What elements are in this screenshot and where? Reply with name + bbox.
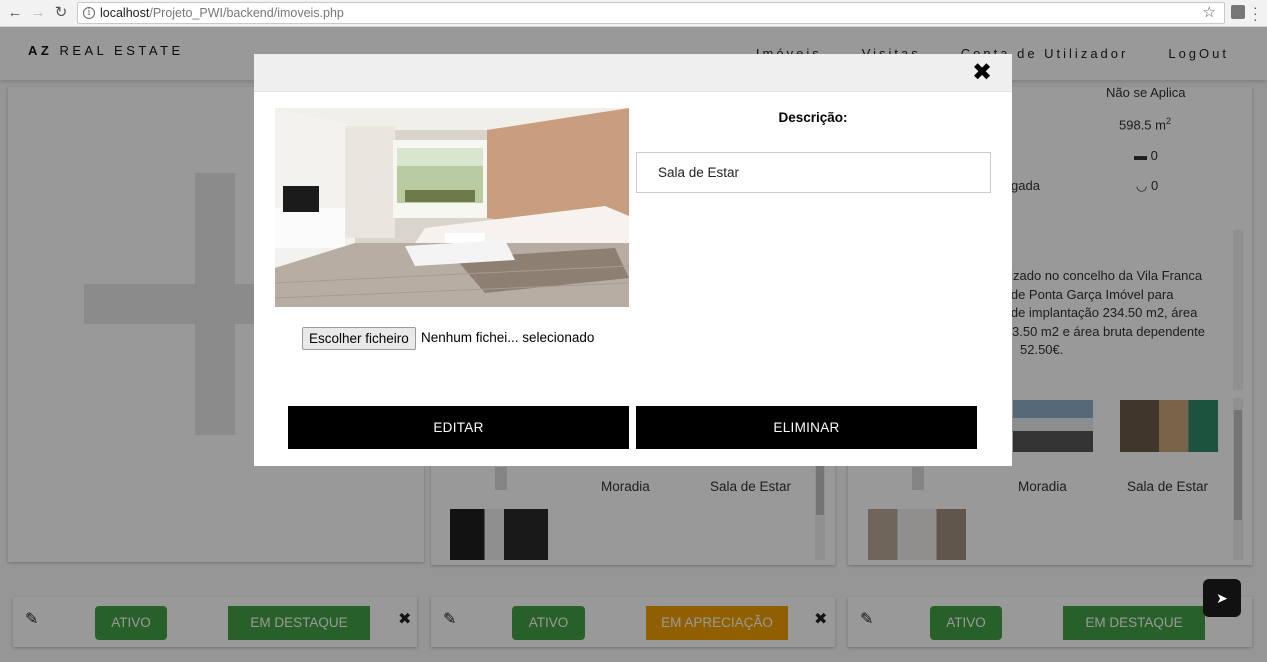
browser-toolbar: ← → ↻ i localhost/Projeto_PWI/backend/im… xyxy=(0,0,1267,27)
description-input[interactable] xyxy=(636,152,991,193)
extension-icon[interactable] xyxy=(1231,5,1245,19)
scroll-to-top-button[interactable]: ➤ xyxy=(1203,579,1241,617)
url-path: /Projeto_PWI/backend/imoveis.php xyxy=(149,6,344,20)
bookmark-star-icon[interactable]: ☆ xyxy=(1203,3,1216,23)
forward-arrow-icon[interactable]: → xyxy=(28,3,48,23)
file-status-text: Nenhum fichei... selecionado xyxy=(421,330,595,345)
reload-icon[interactable]: ↻ xyxy=(51,3,71,23)
delete-button[interactable]: ELIMINAR xyxy=(636,406,977,449)
browser-menu-icon[interactable]: · · · xyxy=(1253,0,1259,26)
url-host: localhost xyxy=(100,6,150,20)
modal-header: ✖ xyxy=(254,54,1012,92)
close-icon[interactable]: ✖ xyxy=(972,60,992,86)
description-label: Descrição: xyxy=(778,110,848,125)
address-bar[interactable]: i localhost/Projeto_PWI/backend/imoveis.… xyxy=(77,2,1225,24)
back-arrow-icon[interactable]: ← xyxy=(5,3,25,23)
info-icon[interactable]: i xyxy=(83,7,95,19)
edit-button[interactable]: EDITAR xyxy=(288,406,629,449)
choose-file-button[interactable]: Escolher ficheiro xyxy=(302,327,416,350)
living-room-photo xyxy=(275,108,629,307)
edit-image-modal: ✖ Escolher ficheiro Nenhum fichei... sel… xyxy=(254,54,1012,466)
